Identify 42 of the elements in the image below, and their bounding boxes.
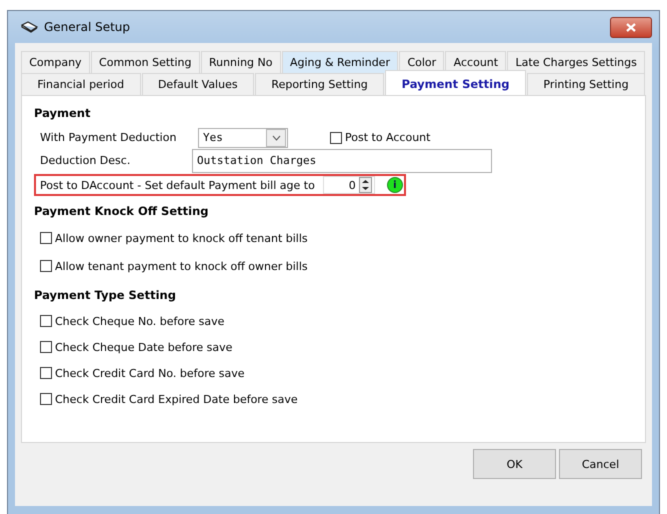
book-icon bbox=[21, 21, 38, 33]
close-icon bbox=[626, 22, 636, 32]
tab[interactable]: Payment Setting bbox=[385, 70, 526, 96]
checkbox[interactable] bbox=[330, 132, 342, 144]
checkbox[interactable] bbox=[40, 393, 52, 405]
tab[interactable]: Common Setting bbox=[90, 51, 200, 73]
tab[interactable]: Printing Setting bbox=[526, 73, 645, 95]
checkbox-label: Check Cheque No. before save bbox=[55, 314, 224, 328]
section-heading: Payment bbox=[34, 106, 92, 120]
spinner-arrows-icon bbox=[358, 177, 372, 193]
checkbox[interactable] bbox=[40, 315, 52, 327]
field-label: With Payment Deduction bbox=[40, 131, 178, 144]
tab[interactable]: Late Charges Settings bbox=[507, 51, 646, 73]
tab[interactable]: Financial period bbox=[21, 73, 141, 95]
checkbox-label: Check Credit Card Expired Date before save bbox=[55, 392, 298, 406]
checkbox-label: Post to Account bbox=[345, 131, 430, 144]
ok-button[interactable]: OK bbox=[473, 449, 556, 479]
tab[interactable]: Default Values bbox=[142, 73, 254, 95]
window-title: General Setup bbox=[44, 20, 130, 34]
field-label: Post to DAccount - Set default Payment bill age to bbox=[40, 178, 315, 192]
field-label: Deduction Desc. bbox=[40, 154, 132, 167]
section-heading: Payment Type Setting bbox=[34, 288, 177, 302]
info-icon: i bbox=[386, 177, 403, 193]
chevron-down-icon bbox=[272, 134, 280, 140]
deduction-dropdown[interactable]: Yes bbox=[198, 128, 288, 148]
tab[interactable]: Aging & Reminder bbox=[282, 51, 398, 73]
section-heading: Payment Knock Off Setting bbox=[34, 204, 210, 218]
spin-field[interactable]: 0 bbox=[322, 176, 375, 194]
checkbox[interactable] bbox=[40, 341, 52, 353]
checkbox-label: Allow owner payment to knock off tenant bills bbox=[55, 232, 308, 244]
input-field[interactable]: Outstation Charges bbox=[192, 148, 492, 172]
checkbox[interactable] bbox=[40, 367, 52, 379]
checkbox-label: Check Cheque Date before save bbox=[55, 340, 232, 354]
tab[interactable]: Company bbox=[21, 51, 90, 73]
checkbox[interactable] bbox=[40, 260, 52, 272]
tab[interactable]: Reporting Setting bbox=[255, 73, 384, 95]
checkbox-label: Check Credit Card No. before save bbox=[55, 366, 245, 380]
checkbox[interactable] bbox=[40, 232, 52, 244]
checkbox-label: Allow tenant payment to knock off owner bills bbox=[55, 260, 308, 272]
close-button[interactable] bbox=[610, 16, 652, 38]
tab[interactable]: Running No bbox=[200, 51, 281, 73]
cancel-button[interactable]: Cancel bbox=[559, 449, 642, 479]
